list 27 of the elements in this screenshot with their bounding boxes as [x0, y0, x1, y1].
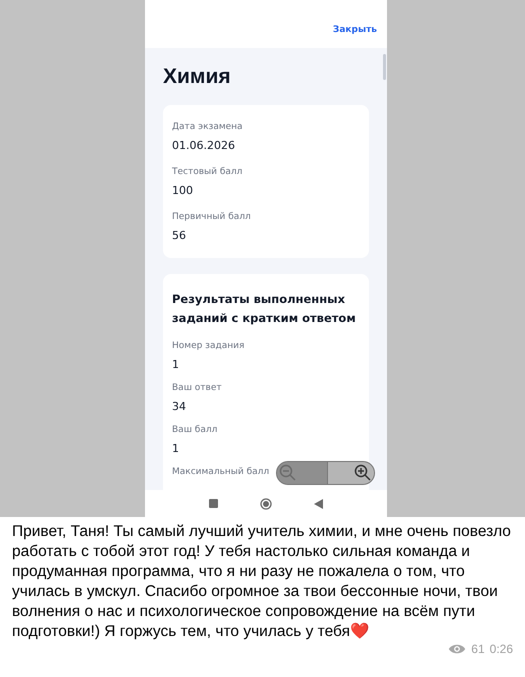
field-value: 01.06.2026 [172, 139, 235, 152]
field-label: Тестовый балл [172, 166, 242, 178]
field-value: 1 [172, 442, 179, 455]
zoom-out-icon [279, 464, 297, 482]
field-label: Максимальный балл [172, 466, 270, 478]
field-label: Ваш ответ [172, 382, 222, 394]
zoom-in-icon [354, 464, 372, 482]
zoom-out-button[interactable] [277, 462, 327, 484]
card-heading: Результаты выполненных заданий с кратким ответом [172, 291, 357, 327]
field-label: Ваш балл [172, 424, 218, 436]
field-value: 34 [172, 400, 186, 413]
zoom-in-button[interactable] [327, 462, 374, 484]
page-title: Химия [163, 64, 232, 90]
message-time: 0:26 [490, 642, 513, 656]
eye-icon [448, 643, 466, 655]
back-icon[interactable] [314, 498, 323, 508]
field-value: 56 [172, 229, 186, 242]
message-text: Привет, Таня! Ты самый лучший учитель химии, и мне очень повезло работать с тобой этот год! У тебя настолько сильная команда и продуманная программа, что я ни разу не пожалела о том, что училась в умскул. Спасибо огромное за твои бессонные ночи, твои волнения о нас и психологическое сопровождение на всём пути подготовки!) Я горжусь тем, что училась у тебя❤ [12, 522, 512, 642]
field-label: Дата экзамена [172, 121, 243, 133]
view-count: 61 [471, 642, 485, 656]
field-value: 1 [172, 358, 179, 371]
close-link[interactable]: Закрыть [332, 24, 377, 38]
field-value: 100 [172, 184, 193, 197]
field-label: Первичный балл [172, 211, 251, 223]
home-icon[interactable] [260, 498, 272, 510]
scrollbar-thumb [383, 54, 386, 80]
field-label: Номер задания [172, 340, 244, 352]
